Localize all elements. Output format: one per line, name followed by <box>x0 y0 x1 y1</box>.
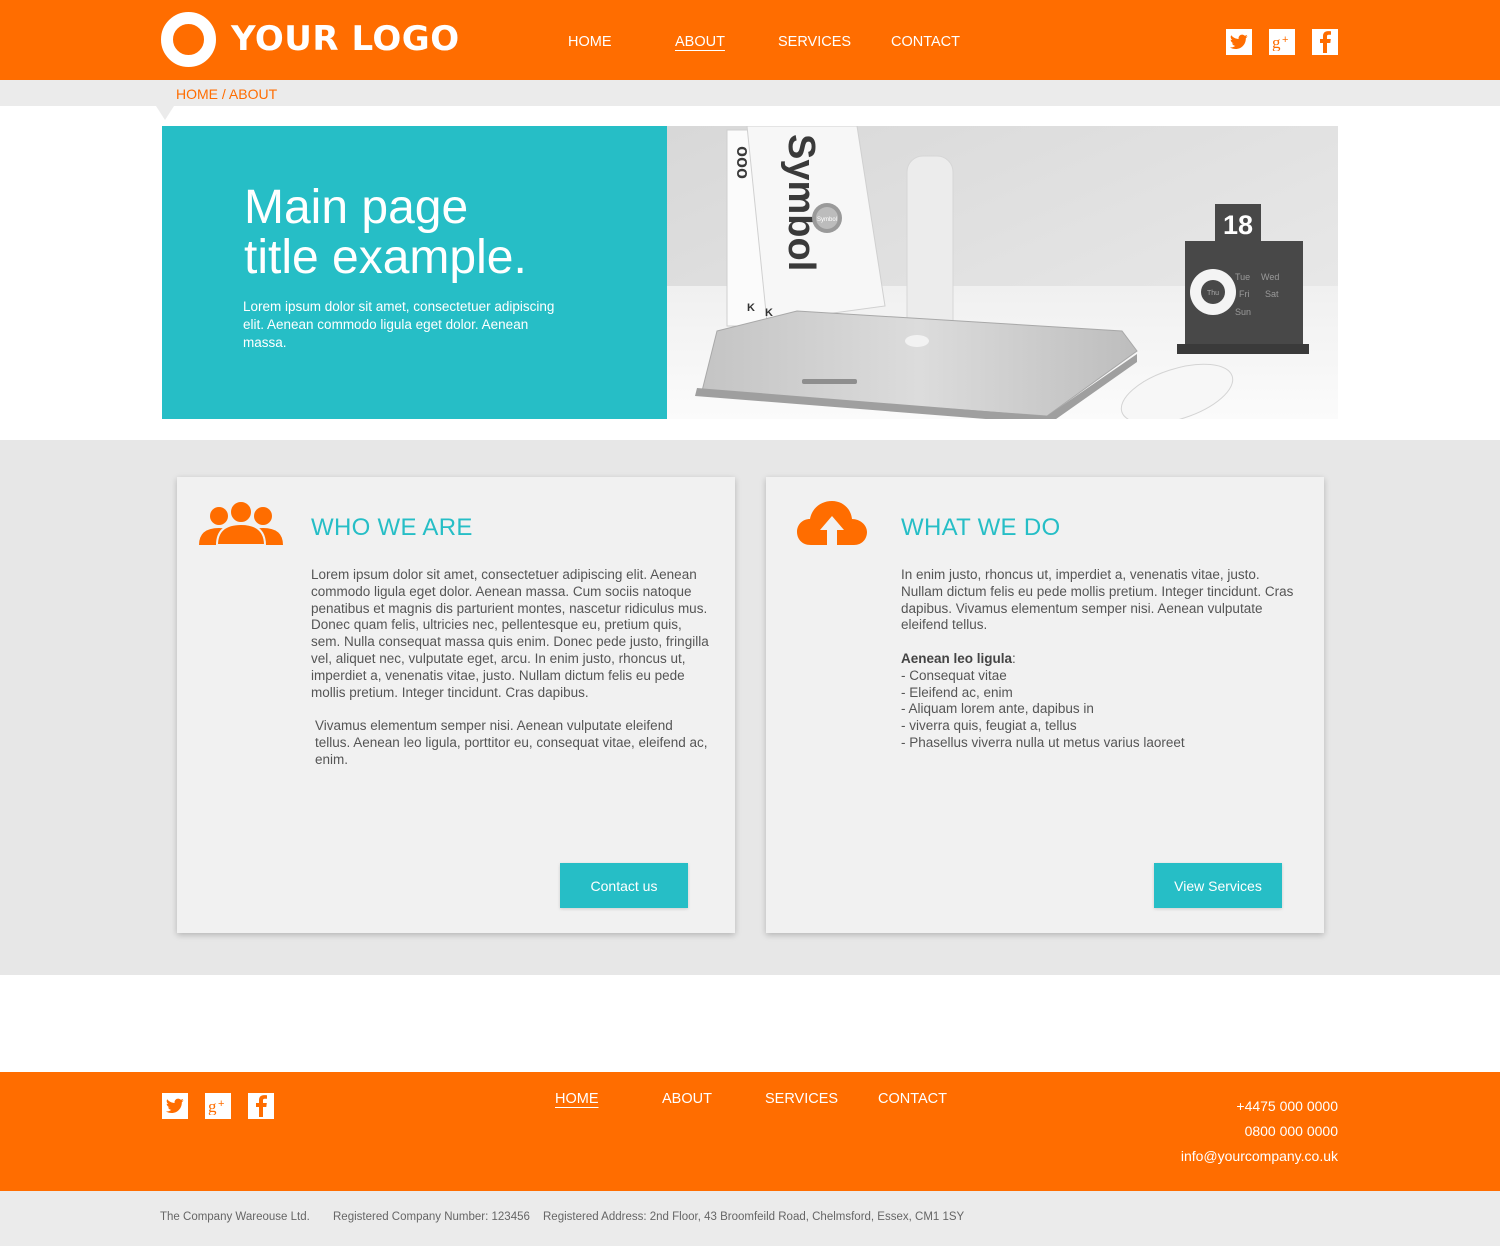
breadcrumb-pointer <box>156 106 174 120</box>
footer-contact: +4475 000 0000 0800 000 0000 info@yourco… <box>1181 1094 1338 1169</box>
what-we-do-paragraph: In enim justo, rhoncus ut, imperdiet a, … <box>901 567 1294 633</box>
svg-text:g: g <box>1272 33 1281 51</box>
svg-text:g: g <box>208 1097 217 1115</box>
footer-nav-about[interactable]: ABOUT <box>662 1091 712 1107</box>
header-social-links: g + <box>1226 29 1338 55</box>
breadcrumb[interactable]: HOME / ABOUT <box>176 86 277 102</box>
phone-number-2[interactable]: 0800 000 0000 <box>1181 1119 1338 1144</box>
twitter-icon[interactable] <box>162 1093 188 1119</box>
list-item: - Phasellus viverra nulla ut metus variu… <box>901 734 1185 750</box>
who-we-are-card: WHO WE ARE Lorem ipsum dolor sit amet, c… <box>177 477 735 933</box>
who-we-are-title: WHO WE ARE <box>311 514 473 541</box>
list-item: - Aliquam lorem ante, dapibus in <box>901 701 1094 717</box>
list-item: - Consequat vitae <box>901 667 1007 683</box>
book-sticker-text: Symbol <box>817 217 837 223</box>
footer-nav-home[interactable]: HOME <box>555 1091 599 1107</box>
phone-number-1[interactable]: +4475 000 0000 <box>1181 1094 1338 1119</box>
what-we-do-text: In enim justo, rhoncus ut, imperdiet a, … <box>901 567 1301 752</box>
facebook-icon[interactable] <box>1312 29 1338 55</box>
svg-text:Wed: Wed <box>1261 272 1279 282</box>
site-footer: g + HOME ABOUT SERVICES CONTACT +4475 000… <box>0 1072 1500 1191</box>
footer-social-links: g + <box>162 1093 274 1119</box>
email-link[interactable]: info@yourcompany.co.uk <box>1181 1144 1338 1169</box>
services-list: - Consequat vitae - Eleifend ac, enim - … <box>901 668 1301 752</box>
what-we-do-card: WHAT WE DO In enim justo, rhoncus ut, im… <box>766 477 1324 933</box>
what-we-do-list-heading: Aenean leo ligula: <box>901 650 1016 666</box>
logo-ring-icon <box>161 11 216 67</box>
calendar-date-text: 18 <box>1223 210 1253 240</box>
svg-text:+: + <box>218 1098 224 1110</box>
nav-contact[interactable]: CONTACT <box>891 34 960 50</box>
list-item: - Eleifend ac, enim <box>901 684 1013 700</box>
list-item: - viverra quis, feugiat a, tellus <box>901 718 1077 734</box>
google-plus-icon[interactable]: g + <box>1269 29 1295 55</box>
breadcrumb-bar: HOME / ABOUT <box>0 80 1500 106</box>
logo[interactable]: YOUR LOGO <box>161 11 460 67</box>
logo-text: YOUR LOGO <box>231 19 460 59</box>
footer-nav-services[interactable]: SERVICES <box>765 1091 838 1107</box>
svg-text:ooo: ooo <box>733 146 753 179</box>
nav-services[interactable]: SERVICES <box>778 34 851 50</box>
svg-text:Fri: Fri <box>1239 289 1250 299</box>
svg-text:K: K <box>747 302 755 314</box>
company-address: Registered Address: 2nd Floor, 43 Broomf… <box>543 1211 965 1223</box>
what-we-do-title: WHAT WE DO <box>901 514 1061 541</box>
svg-text:Tue: Tue <box>1235 272 1250 282</box>
contact-us-button[interactable]: Contact us <box>560 863 688 908</box>
site-header: YOUR LOGO HOME ABOUT SERVICES CONTACT g + <box>0 0 1500 80</box>
legal-bar: The Company Wareouse Ltd. Registered Com… <box>0 1191 1500 1246</box>
hero-text: Lorem ipsum dolor sit amet, consectetuer… <box>243 299 555 350</box>
people-icon <box>199 500 283 550</box>
hero-panel: Main page title example. Lorem ipsum dol… <box>162 126 667 419</box>
book-title-text: Symbol <box>780 134 822 271</box>
company-number: Registered Company Number: 123456 <box>333 1211 530 1223</box>
who-we-are-text: Lorem ipsum dolor sit amet, consectetuer… <box>311 567 711 769</box>
who-we-are-paragraph-1: Lorem ipsum dolor sit amet, consectetuer… <box>311 567 708 616</box>
svg-text:Sat: Sat <box>1265 289 1279 299</box>
who-we-are-paragraph-2: Donec quam felis, ultricies nec, pellent… <box>311 617 709 700</box>
hero-image: Symbol ooo Symbol K K 18 Thu Tue Wed Fri… <box>667 126 1338 419</box>
cloud-upload-icon <box>797 499 867 550</box>
svg-text:Sun: Sun <box>1235 307 1251 317</box>
desk-photo: Symbol ooo Symbol K K 18 Thu Tue Wed Fri… <box>667 126 1338 419</box>
twitter-icon[interactable] <box>1226 29 1252 55</box>
facebook-icon[interactable] <box>248 1093 274 1119</box>
company-name: The Company Wareouse Ltd. <box>160 1211 310 1223</box>
footer-nav-contact[interactable]: CONTACT <box>878 1091 947 1107</box>
page-title-line-1: Main page <box>244 181 469 234</box>
google-plus-icon[interactable]: g + <box>205 1093 231 1119</box>
page-title: Main page title example. <box>244 183 644 283</box>
view-services-button[interactable]: View Services <box>1154 863 1282 908</box>
svg-text:Thu: Thu <box>1207 290 1219 297</box>
svg-text:+: + <box>1282 34 1288 46</box>
nav-home[interactable]: HOME <box>568 34 612 50</box>
page-title-line-2: title example. <box>244 231 527 284</box>
nav-about[interactable]: ABOUT <box>675 34 725 50</box>
who-we-are-paragraph-3: Vivamus elementum semper nisi. Aenean vu… <box>315 718 708 767</box>
